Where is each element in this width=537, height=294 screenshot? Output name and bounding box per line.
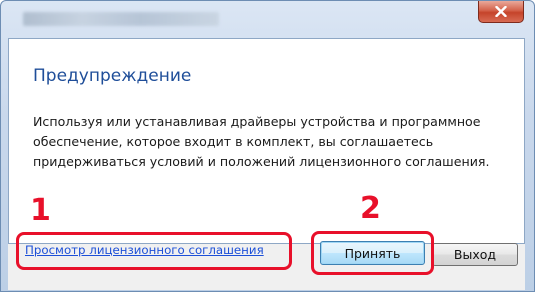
close-button[interactable] [478, 1, 524, 23]
step-marker-1: 1 [30, 193, 51, 228]
title-bar[interactable] [1, 1, 534, 41]
close-icon [495, 6, 507, 17]
step-marker-2: 2 [360, 191, 381, 226]
window-title-blurred [23, 12, 219, 26]
message-line: Используя или устанавливая драйверы устр… [33, 114, 481, 129]
message-line: обеспечение, которое входит в комплект, … [33, 134, 434, 149]
highlight-accept-button [311, 231, 434, 275]
dialog-content: Предупреждение Используя или устанавлива… [8, 38, 525, 244]
exit-button[interactable]: Выход [432, 243, 518, 266]
highlight-license-link [16, 232, 292, 270]
warning-heading: Предупреждение [33, 66, 192, 86]
warning-message: Используя или устанавливая драйверы устр… [33, 112, 523, 172]
message-line: придерживаться условий и положений лицен… [33, 154, 490, 169]
